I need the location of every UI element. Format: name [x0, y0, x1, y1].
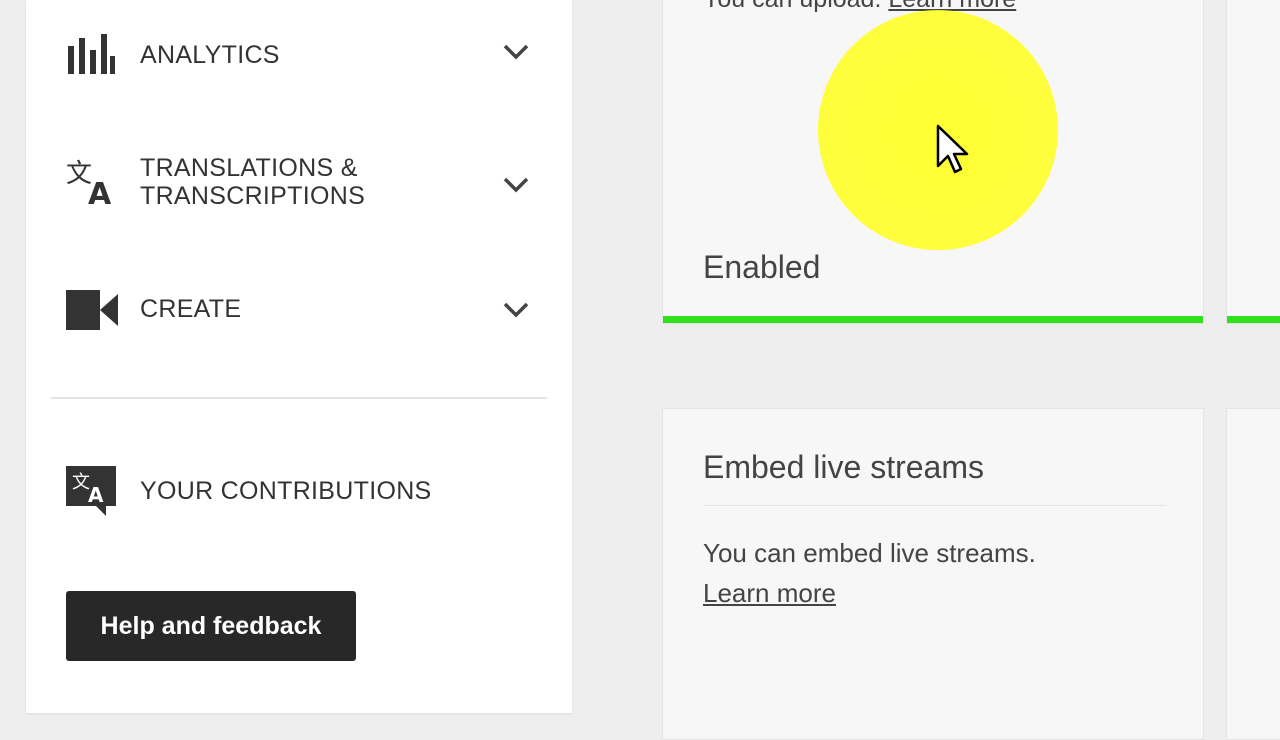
sidebar-item-contributions[interactable]: 文 A YOUR CONTRIBUTIONS	[26, 462, 572, 518]
sidebar-item-label: CREATE	[140, 295, 242, 323]
partial-card	[1226, 0, 1280, 324]
video-camera-icon	[66, 290, 118, 335]
chevron-down-icon[interactable]	[502, 43, 530, 66]
sidebar: ANALYTICS 文 A TRANSLATIONS & TRANSCRIPTI…	[26, 0, 572, 713]
status-bar	[1227, 316, 1280, 323]
upload-text: You can upload.	[703, 0, 881, 13]
chevron-down-icon[interactable]	[502, 301, 530, 324]
learn-more-link[interactable]: Learn more	[703, 573, 1036, 613]
divider	[51, 397, 547, 399]
partial-card	[1226, 408, 1280, 740]
bar-chart-icon	[66, 34, 116, 79]
embed-live-streams-card: Embed live streams You can embed live st…	[662, 408, 1204, 740]
embed-text: You can embed live streams.	[703, 538, 1036, 568]
sidebar-item-label: TRANSLATIONS & TRANSCRIPTIONS	[140, 154, 366, 210]
card-description: You can embed live streams. Learn more	[703, 533, 1036, 613]
translate-icon: 文 A	[66, 158, 118, 212]
mouse-cursor-icon	[936, 124, 970, 181]
upload-description: You can upload. Learn more	[703, 0, 1016, 14]
status-bar	[663, 316, 1203, 323]
svg-text:A: A	[88, 177, 112, 206]
translate-bubble-icon: 文 A	[66, 464, 118, 521]
help-feedback-button[interactable]: Help and feedback	[66, 591, 356, 661]
status-label: Enabled	[703, 249, 821, 285]
card-title: Embed live streams	[703, 449, 984, 485]
sidebar-item-translations[interactable]: 文 A TRANSLATIONS & TRANSCRIPTIONS	[26, 150, 572, 214]
sidebar-item-label: ANALYTICS	[140, 41, 280, 69]
chevron-down-icon[interactable]	[502, 176, 530, 199]
sidebar-item-label: YOUR CONTRIBUTIONS	[140, 477, 432, 505]
sidebar-item-create[interactable]: CREATE	[26, 286, 572, 336]
sidebar-item-analytics[interactable]: ANALYTICS	[26, 30, 572, 80]
svg-text:A: A	[88, 483, 104, 507]
card-divider	[703, 505, 1165, 506]
